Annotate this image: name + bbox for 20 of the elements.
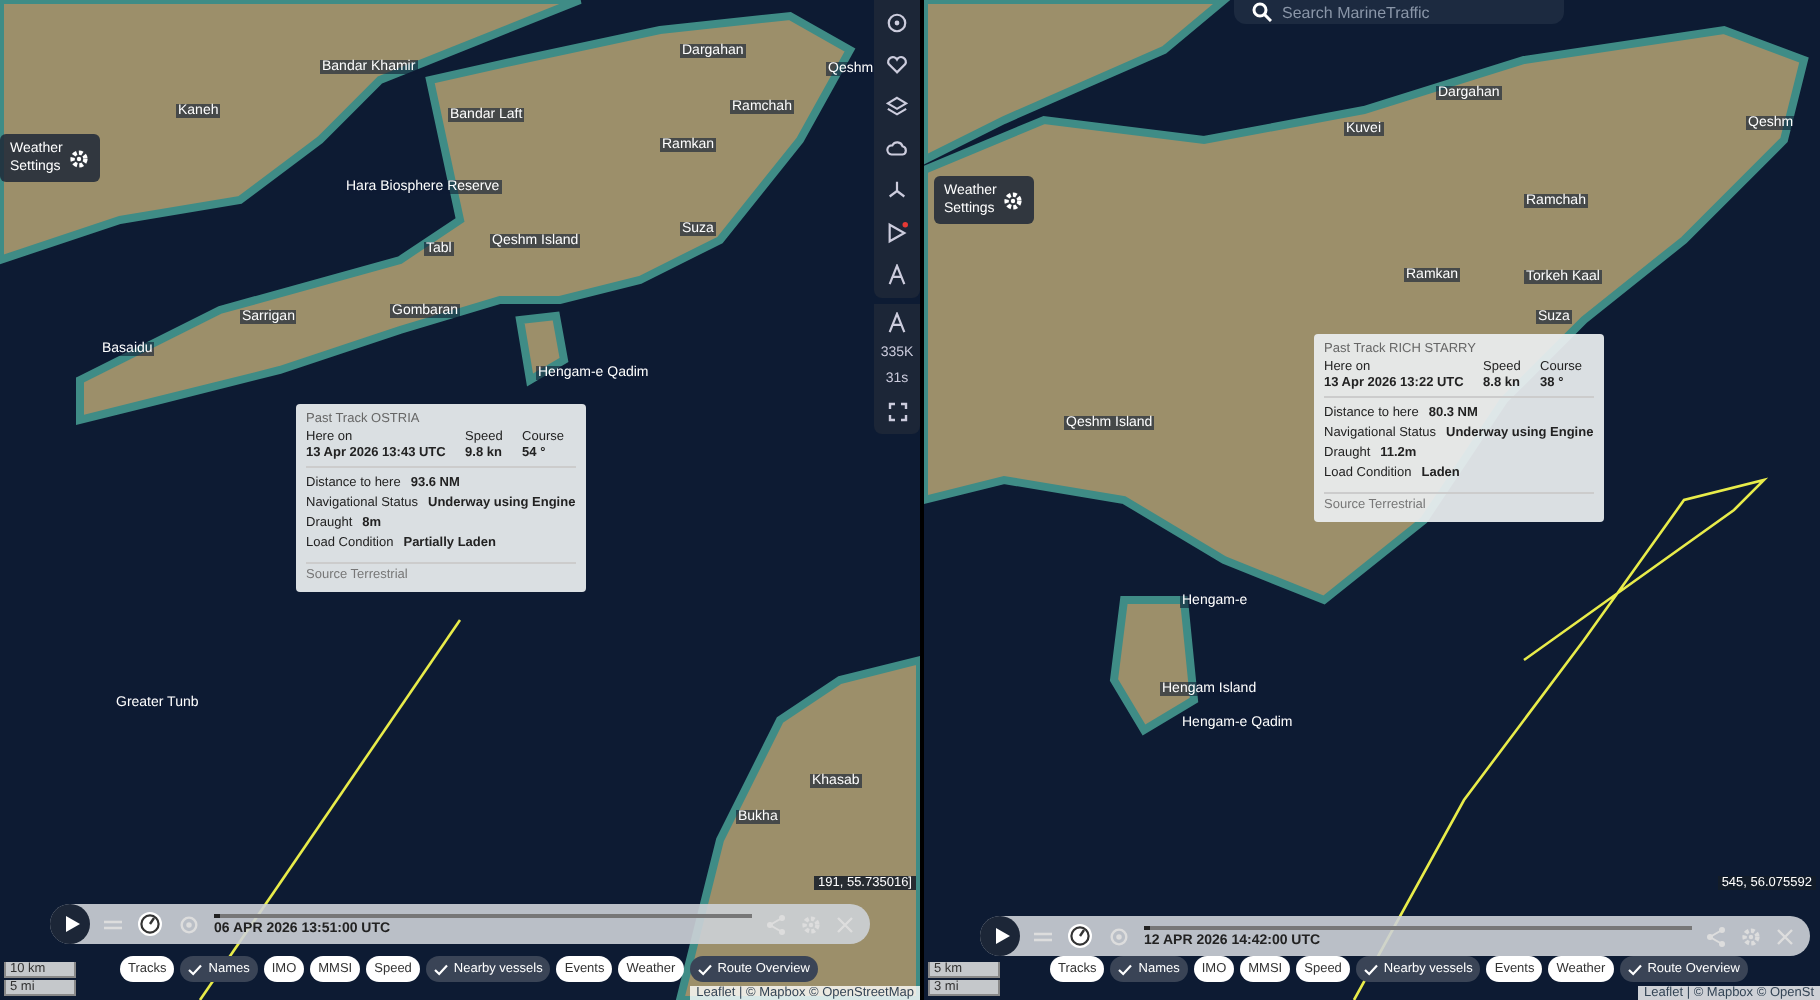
check-icon bbox=[188, 963, 203, 975]
speedometer-icon[interactable] bbox=[1066, 922, 1094, 950]
timeline-slider[interactable] bbox=[214, 913, 752, 917]
play-button[interactable] bbox=[50, 904, 90, 944]
check-icon bbox=[1627, 963, 1642, 975]
play-button[interactable] bbox=[980, 916, 1020, 956]
speedometer-icon[interactable] bbox=[136, 910, 164, 938]
play-icon bbox=[65, 916, 79, 932]
fullscreen-icon[interactable] bbox=[883, 398, 911, 426]
check-icon bbox=[1118, 963, 1133, 975]
layers-icon[interactable] bbox=[882, 8, 912, 38]
check-icon bbox=[697, 963, 712, 975]
settings-icon bbox=[68, 147, 90, 170]
settings-icon bbox=[1002, 189, 1024, 212]
check-icon bbox=[1363, 963, 1378, 975]
search-icon bbox=[1252, 2, 1272, 22]
search-field[interactable]: Search MarineTraffic bbox=[1234, 0, 1564, 24]
play-icon bbox=[995, 928, 1009, 944]
check-icon bbox=[433, 963, 448, 975]
timeline-slider[interactable] bbox=[1144, 925, 1692, 929]
